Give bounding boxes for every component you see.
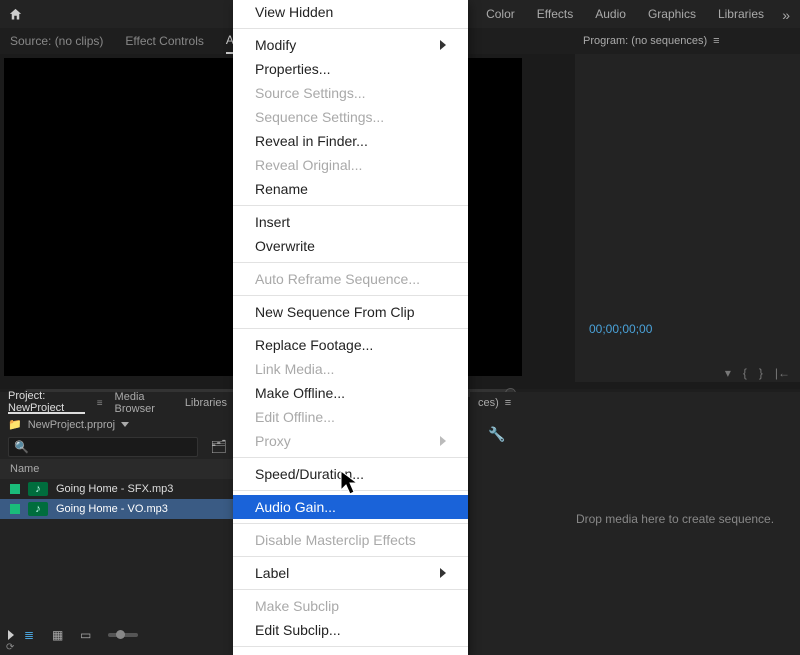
project-item-label: Going Home - SFX.mp3 [56, 483, 173, 495]
project-bottom-toolbar: ≣ ▦ ▭ [0, 625, 235, 645]
workspace-tab-audio[interactable]: Audio [595, 7, 626, 21]
menu-item-audio-gain[interactable]: Audio Gain... [233, 495, 468, 519]
zoom-slider[interactable] [108, 633, 138, 637]
project-filename: NewProject.prproj [28, 419, 115, 431]
menu-item-speed-duration[interactable]: Speed/Duration... [233, 462, 468, 486]
context-menu: View Hidden ModifyProperties...Source Set… [233, 0, 468, 655]
menu-item-view-hidden[interactable]: View Hidden [233, 0, 468, 24]
home-icon[interactable] [8, 7, 23, 22]
tab-libraries[interactable]: Libraries [185, 397, 227, 409]
audio-clip-icon: ♪ [28, 502, 48, 516]
project-item-label: Going Home - VO.mp3 [56, 503, 168, 515]
hamburger-icon[interactable]: ≡ [713, 35, 719, 47]
project-name-row[interactable]: 📁 NewProject.prproj [0, 414, 235, 435]
tab-source[interactable]: Source: (no clips) [10, 34, 103, 48]
menu-item-make-offline[interactable]: Make Offline... [233, 381, 468, 405]
label-swatch [10, 484, 20, 494]
wrench-icon[interactable]: 🔧 [488, 426, 505, 442]
timeline-tabs: ces) ≡ [470, 392, 800, 414]
tab-media-browser[interactable]: Media Browser [115, 391, 173, 415]
project-search-row: 🔍 🗂 [0, 435, 235, 459]
icon-view-icon[interactable]: ▦ [52, 628, 70, 642]
project-search-input[interactable] [8, 437, 198, 457]
menu-item-reveal-original: Reveal Original... [233, 153, 468, 177]
sync-icon: ⟳ [6, 642, 14, 653]
workspace-tab-effects[interactable]: Effects [537, 7, 573, 21]
list-view-icon[interactable]: ≣ [24, 628, 42, 642]
menu-item-edit-offline: Edit Offline... [233, 405, 468, 429]
program-panel-header: Program: (no sequences) ≡ [575, 28, 800, 54]
project-panel: Project: NewProject ≡ Media Browser Libr… [0, 392, 235, 655]
menu-item-make-subclip: Make Subclip [233, 594, 468, 618]
timeline-tab-label[interactable]: ces) [478, 397, 499, 409]
tab-project[interactable]: Project: NewProject [8, 392, 85, 414]
audio-clip-icon: ♪ [28, 482, 48, 496]
workspace-tab-color[interactable]: Color [486, 7, 515, 21]
hamburger-icon[interactable]: ≡ [97, 398, 103, 409]
menu-item-proxy: Proxy [233, 429, 468, 453]
bracket-open-icon[interactable]: { [743, 366, 747, 382]
program-timecode[interactable]: 00;00;00;00 [589, 322, 652, 336]
menu-item-disable-masterclip-effects: Disable Masterclip Effects [233, 528, 468, 552]
label-swatch [10, 504, 20, 514]
menu-item-edit-subclip[interactable]: Edit Subclip... [233, 618, 468, 642]
menu-item-link-media: Link Media... [233, 357, 468, 381]
folder-icon: 📁 [8, 418, 22, 431]
chevron-down-icon [121, 422, 129, 427]
hamburger-icon[interactable]: ≡ [505, 397, 511, 409]
step-back-icon[interactable]: |← [775, 366, 790, 382]
overflow-icon[interactable]: » [782, 7, 790, 23]
project-item-selected[interactable]: ♪ Going Home - VO.mp3 [0, 499, 235, 519]
project-panel-tabs: Project: NewProject ≡ Media Browser Libr… [0, 392, 235, 414]
menu-item-sequence-settings: Sequence Settings... [233, 105, 468, 129]
program-panel-title: Program: (no sequences) [583, 35, 707, 47]
menu-item-replace-footage[interactable]: Replace Footage... [233, 333, 468, 357]
timeline-tools-column: 🔧 [488, 426, 505, 443]
search-icon: 🔍 [14, 440, 29, 454]
workspace-tabs: Color Effects Audio Graphics Libraries [486, 0, 764, 28]
menu-item-insert[interactable]: Insert [233, 210, 468, 234]
menu-item-reveal-in-finder[interactable]: Reveal in Finder... [233, 129, 468, 153]
chevron-right-icon [440, 568, 446, 578]
bin-icon[interactable]: 🗂 [210, 439, 227, 455]
tab-effect-controls[interactable]: Effect Controls [125, 34, 203, 48]
menu-item-properties[interactable]: Properties... [233, 57, 468, 81]
menu-item-auto-reframe-sequence: Auto Reframe Sequence... [233, 267, 468, 291]
menu-item-rename[interactable]: Rename [233, 177, 468, 201]
timeline-panel: ces) ≡ 🔧 Drop media here to create seque… [470, 392, 800, 655]
workspace-tab-graphics[interactable]: Graphics [648, 7, 696, 21]
timeline-drop-hint: Drop media here to create sequence. [560, 512, 790, 526]
menu-item-modify[interactable]: Modify [233, 33, 468, 57]
chevron-right-icon [440, 40, 446, 50]
menu-item-overwrite[interactable]: Overwrite [233, 234, 468, 258]
menu-item-new-sequence-from-clip[interactable]: New Sequence From Clip [233, 300, 468, 324]
program-controls: ▾ { } |← [585, 366, 790, 382]
program-monitor-body: 00;00;00;00 ▾ { } |← [575, 54, 800, 382]
menu-item-source-settings: Source Settings... [233, 81, 468, 105]
project-column-name[interactable]: Name [0, 459, 235, 479]
workspace-tab-libraries[interactable]: Libraries [718, 7, 764, 21]
mark-in-icon[interactable]: ▾ [725, 366, 731, 382]
play-icon[interactable] [8, 630, 14, 640]
freeform-view-icon[interactable]: ▭ [80, 628, 98, 642]
menu-item-label[interactable]: Label [233, 561, 468, 585]
chevron-right-icon [440, 436, 446, 446]
project-item[interactable]: ♪ Going Home - SFX.mp3 [0, 479, 235, 499]
bracket-close-icon[interactable]: } [759, 366, 763, 382]
menu-item-open-in-source-monitor[interactable]: Open in Source Monitor [233, 651, 468, 655]
program-panel: Program: (no sequences) ≡ 00;00;00;00 ▾ … [575, 28, 800, 54]
